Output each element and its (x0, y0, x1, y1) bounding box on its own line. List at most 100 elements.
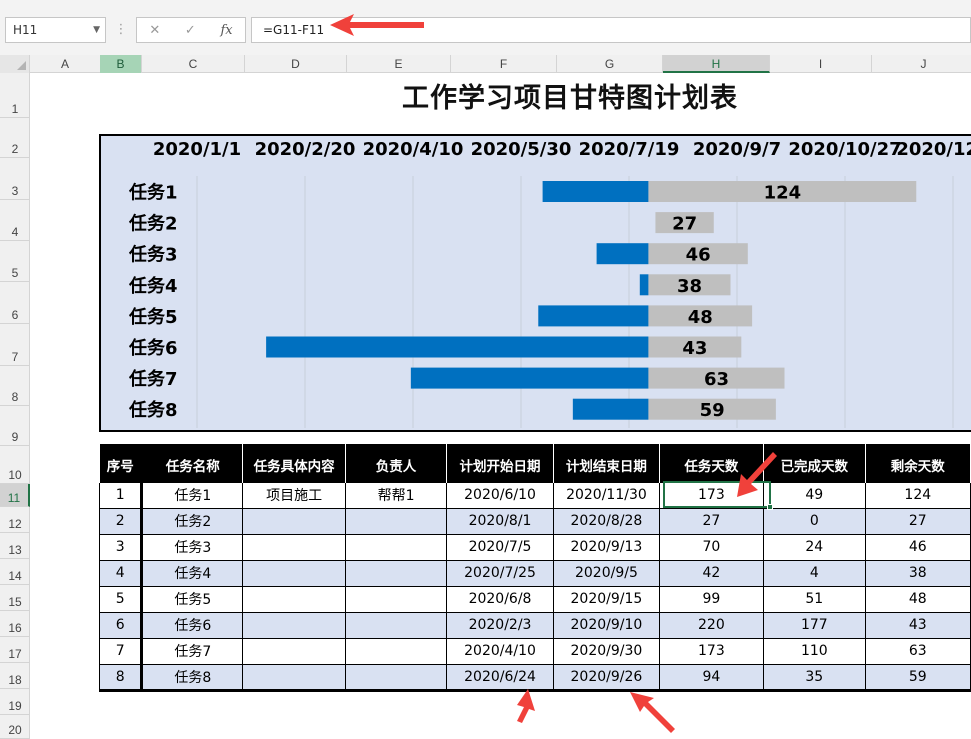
table-cell[interactable] (242, 585, 347, 613)
table-cell[interactable] (345, 637, 447, 665)
row-header-4[interactable]: 4 (0, 200, 30, 241)
table-cell[interactable]: 任务3 (141, 533, 244, 561)
row-header-7[interactable]: 7 (0, 324, 30, 366)
table-cell[interactable] (242, 611, 347, 639)
table-cell[interactable] (242, 663, 347, 692)
table-cell[interactable]: 8 (98, 663, 144, 692)
table-cell[interactable] (345, 559, 447, 587)
column-header-c[interactable]: C (142, 55, 245, 73)
table-cell[interactable]: 2020/2/3 (445, 611, 555, 639)
gantt-chart[interactable]: 2020/1/1 2020/2/20 2020/4/10 2020/5/30 2020/… (99, 134, 971, 432)
table-cell[interactable]: 24 (763, 533, 866, 561)
row-header-16[interactable]: 16 (0, 611, 30, 637)
table-cell[interactable]: 4 (98, 559, 144, 587)
table-cell[interactable] (242, 559, 347, 587)
table-cell[interactable]: 6 (98, 611, 144, 639)
table-cell[interactable] (345, 585, 447, 613)
table-cell[interactable]: 173 (658, 637, 765, 665)
table-cell[interactable] (345, 611, 447, 639)
table-cell[interactable]: 2020/4/10 (445, 637, 555, 665)
chevron-down-icon[interactable]: ▼ (93, 25, 100, 35)
table-cell[interactable]: 4 (763, 559, 866, 587)
table-cell[interactable]: 46 (864, 533, 971, 561)
table-cell[interactable]: 任务8 (141, 663, 244, 692)
row-header-1[interactable]: 1 (0, 73, 30, 118)
table-cell[interactable]: 2020/6/8 (445, 585, 555, 613)
row-header-8[interactable]: 8 (0, 366, 30, 406)
insert-function-icon[interactable]: fx (220, 23, 232, 38)
table-cell[interactable]: 35 (763, 663, 866, 692)
table-cell[interactable]: 2020/8/1 (445, 507, 555, 535)
table-cell[interactable]: 43 (864, 611, 971, 639)
row-header-3[interactable]: 3 (0, 158, 30, 200)
row-header-14[interactable]: 14 (0, 559, 30, 585)
table-cell[interactable] (242, 533, 347, 561)
column-header-j[interactable]: J (872, 55, 971, 73)
table-cell[interactable]: 2020/9/5 (553, 559, 660, 587)
table-cell[interactable]: 2020/9/30 (553, 637, 660, 665)
row-header-9[interactable]: 9 (0, 406, 30, 446)
check-icon[interactable]: ✓ (185, 23, 196, 38)
column-header-d[interactable]: D (245, 55, 347, 73)
table-cell[interactable] (345, 663, 447, 692)
more-options-icon[interactable]: ⋮ (114, 20, 128, 40)
row-header-20[interactable]: 20 (0, 715, 30, 739)
table-cell[interactable]: 27 (658, 507, 765, 535)
table-cell[interactable]: 2020/9/13 (553, 533, 660, 561)
table-cell[interactable]: 177 (763, 611, 866, 639)
table-cell[interactable]: 2020/9/26 (553, 663, 660, 692)
table-cell[interactable]: 5 (98, 585, 144, 613)
column-header-h[interactable]: H (663, 55, 770, 73)
table-cell[interactable]: 38 (864, 559, 971, 587)
table-cell[interactable]: 2020/9/10 (553, 611, 660, 639)
table-cell[interactable]: 任务4 (141, 559, 244, 587)
table-cell[interactable]: 70 (658, 533, 765, 561)
name-box[interactable]: H11 ▼ (5, 17, 106, 43)
table-cell[interactable]: 7 (98, 637, 144, 665)
table-cell[interactable]: 2020/6/10 (445, 481, 555, 509)
table-cell[interactable]: 帮帮1 (345, 481, 447, 509)
column-header-f[interactable]: F (451, 55, 557, 73)
row-header-2[interactable]: 2 (0, 118, 30, 158)
table-cell[interactable]: 2020/7/25 (445, 559, 555, 587)
table-cell[interactable] (242, 637, 347, 665)
table-cell[interactable]: 220 (658, 611, 765, 639)
table-cell[interactable]: 63 (864, 637, 971, 665)
row-header-13[interactable]: 13 (0, 533, 30, 559)
table-cell[interactable] (345, 507, 447, 535)
table-cell[interactable]: 3 (98, 533, 144, 561)
table-cell[interactable]: 任务1 (141, 481, 244, 509)
table-cell[interactable]: 99 (658, 585, 765, 613)
table-cell[interactable]: 2 (98, 507, 144, 535)
row-header-5[interactable]: 5 (0, 241, 30, 282)
table-cell[interactable]: 27 (864, 507, 971, 535)
select-all-corner[interactable] (0, 55, 30, 73)
table-cell[interactable] (242, 507, 347, 535)
table-cell[interactable]: 2020/7/5 (445, 533, 555, 561)
close-icon[interactable]: ✕ (149, 23, 160, 38)
table-cell[interactable]: 0 (763, 507, 866, 535)
row-header-6[interactable]: 6 (0, 282, 30, 324)
table-cell[interactable]: 任务5 (141, 585, 244, 613)
table-cell[interactable]: 2020/11/30 (553, 481, 660, 509)
table-cell[interactable]: 2020/9/15 (553, 585, 660, 613)
column-header-b[interactable]: B (100, 55, 142, 73)
row-header-18[interactable]: 18 (0, 663, 30, 689)
column-header-i[interactable]: I (770, 55, 872, 73)
formula-input[interactable]: =G11-F11 (251, 17, 971, 43)
table-cell[interactable]: 任务7 (141, 637, 244, 665)
row-header-10[interactable]: 10 (0, 446, 30, 484)
table-cell[interactable]: 49 (763, 481, 866, 509)
table-cell[interactable]: 任务6 (141, 611, 244, 639)
table-cell[interactable] (345, 533, 447, 561)
table-cell[interactable]: 94 (658, 663, 765, 692)
row-header-15[interactable]: 15 (0, 585, 30, 611)
column-header-g[interactable]: G (557, 55, 663, 73)
table-cell[interactable]: 任务2 (141, 507, 244, 535)
table-cell[interactable]: 48 (864, 585, 971, 613)
table-cell[interactable]: 1 (98, 481, 144, 509)
row-header-12[interactable]: 12 (0, 507, 30, 533)
table-cell[interactable]: 51 (763, 585, 866, 613)
table-cell[interactable]: 173 (658, 481, 765, 509)
column-header-e[interactable]: E (347, 55, 451, 73)
